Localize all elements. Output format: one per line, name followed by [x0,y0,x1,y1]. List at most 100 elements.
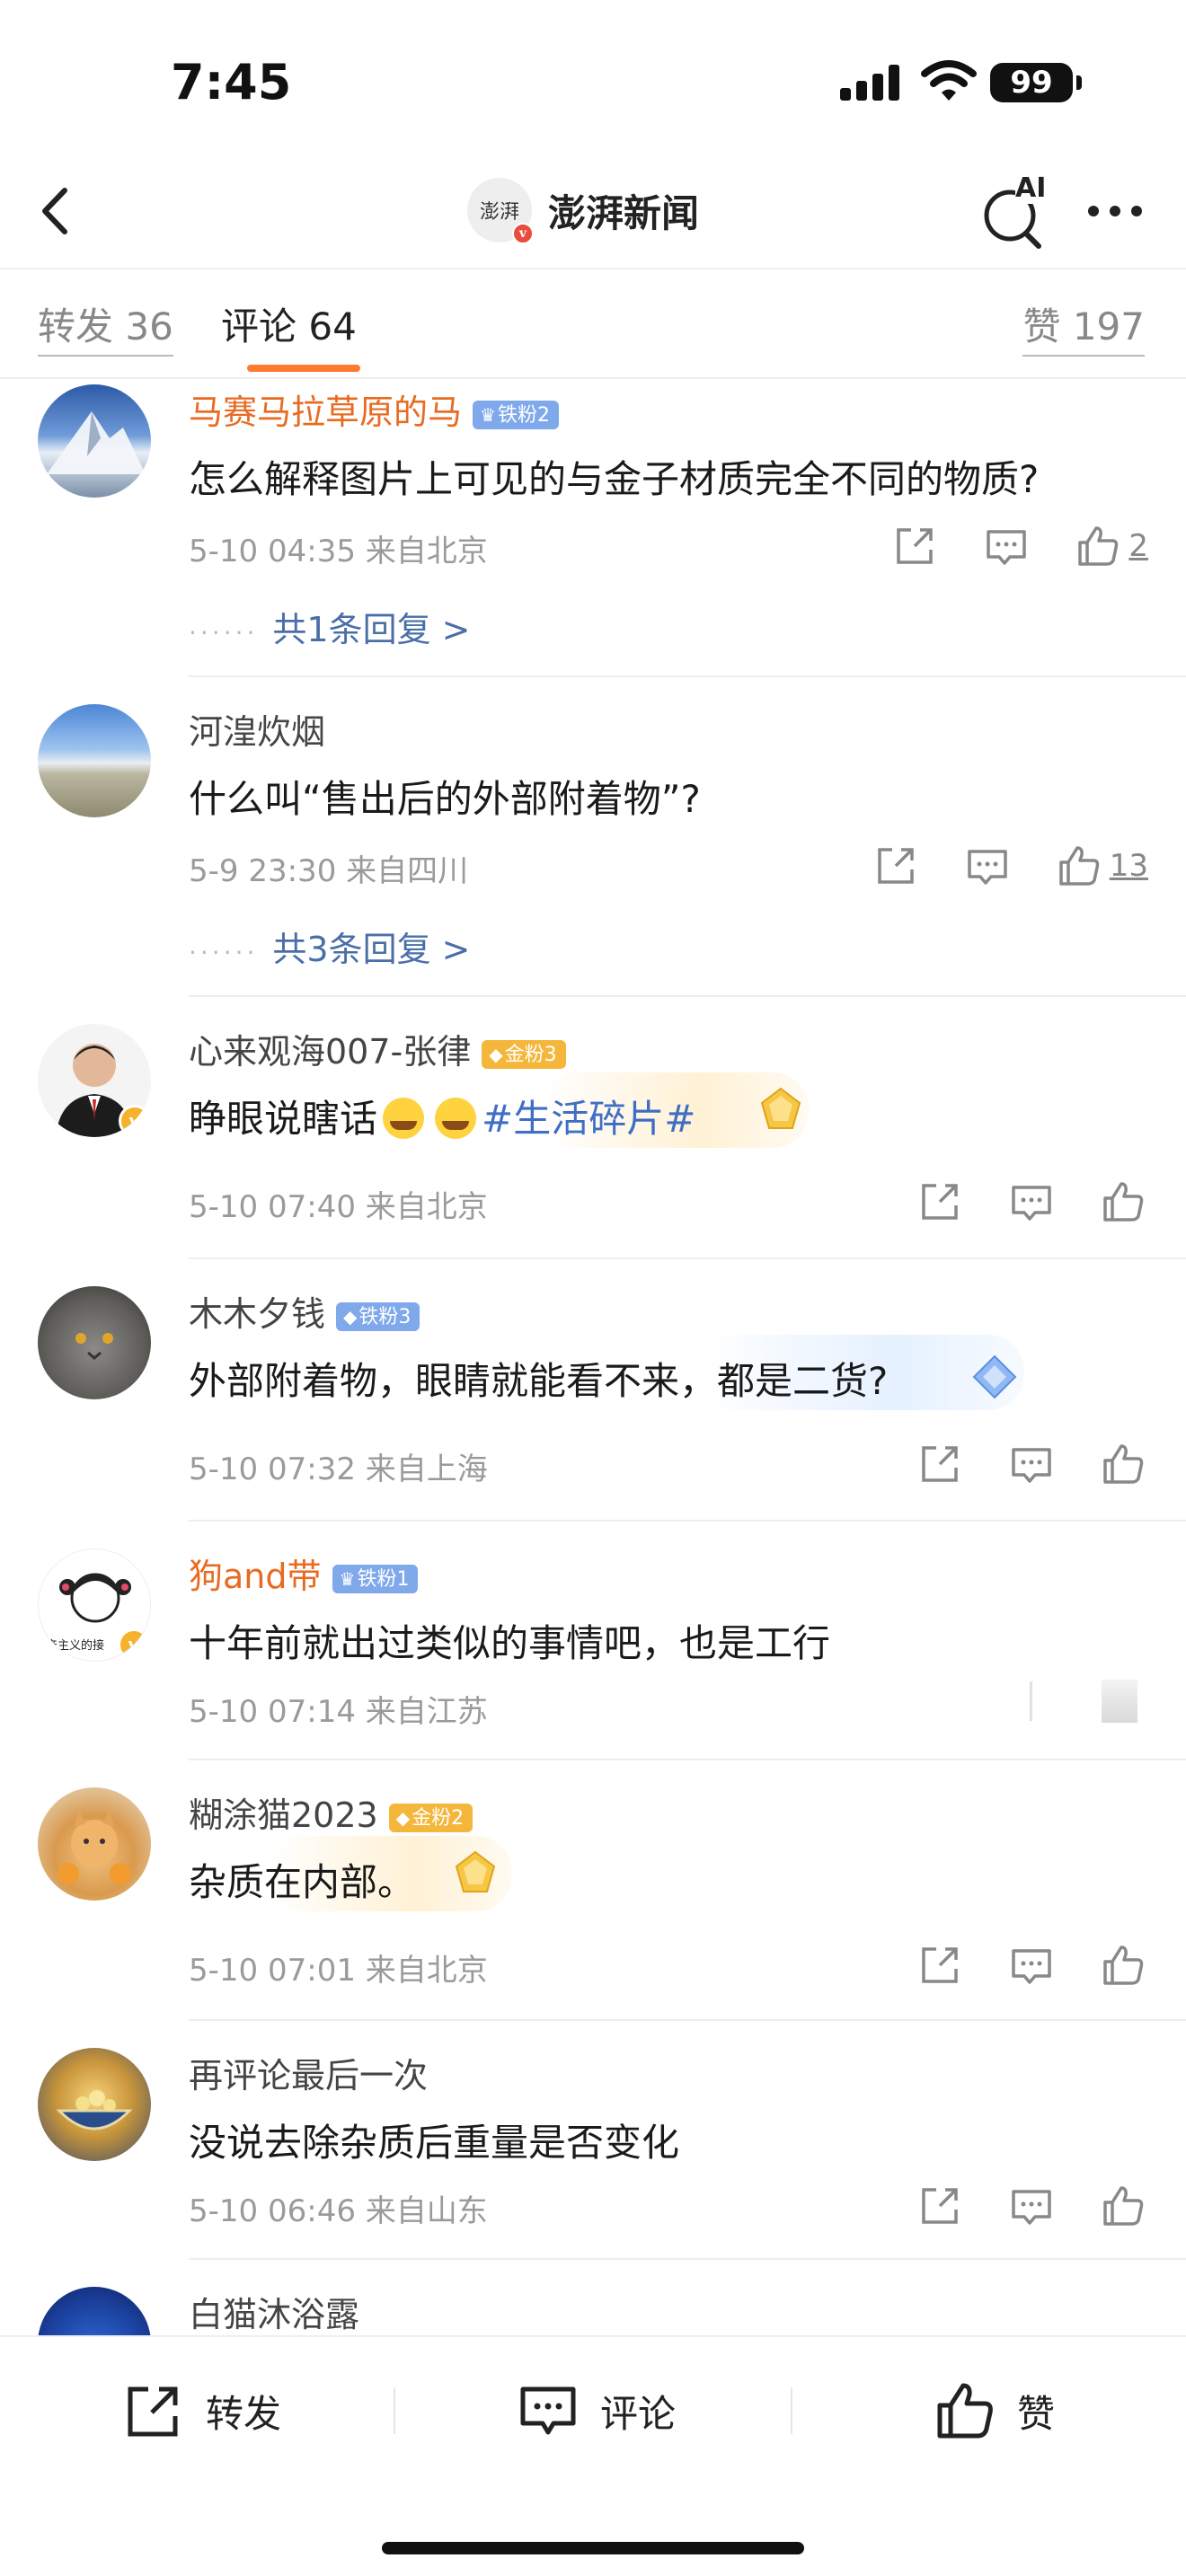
share-icon[interactable] [915,1177,965,1227]
comment-actions: 13 [829,841,1148,891]
fan-badge: ◆金粉2 [388,1803,474,1832]
gold-gem-icon [455,1850,496,1892]
tab-forward-label: 转发 36 [38,304,173,348]
active-tab-indicator [247,365,360,372]
comment-actions [873,1439,1148,1489]
share-icon[interactable] [890,521,940,571]
avatar[interactable] [38,704,151,817]
like-icon [937,2383,993,2439]
reply-icon[interactable] [962,841,1013,891]
comment-author[interactable]: 马赛马拉草原的马 ♛铁粉2 [189,384,559,434]
comment-item: 糊涂猫2023 ◆金粉2 杂质在内部。 5-10 07:01 来自北京 [0,1760,1186,2021]
comment-author[interactable]: 心来观海007-张律 ◆金粉3 [189,1024,566,1073]
comment-actions [873,1940,1148,1990]
fan-badge-label: 铁粉2 [497,403,550,427]
author-name: 白猫沐浴露 [189,2295,360,2334]
share-icon [128,2386,178,2437]
like-count[interactable]: 13 [1110,848,1148,884]
like-icon[interactable] [1098,1940,1148,1990]
share-icon[interactable] [915,1439,965,1489]
comment-item: 马赛马拉草原的马 ♛铁粉2 怎么解释图片上可见的与金子材质完全不同的物质? 5-1… [0,381,1186,677]
back-arrow-icon[interactable] [25,180,88,243]
comments-page: 7:45 99 澎湃 v 澎湃新闻 AI 转发 36 评论 64 赞 197 马… [0,0,1186,2576]
comment-item: 木木夕钱 ◆铁粉3 外部附着物，眼睛就能看不来，都是二货? 5-10 07:32 … [0,1259,1186,1522]
avatar[interactable] [38,2287,151,2335]
avatar[interactable]: 产主义的接 v [38,1548,151,1662]
avatar-caption: 产主义的接 [46,1639,105,1653]
more-options-icon[interactable] [1083,189,1147,234]
author-name: 再评论最后一次 [189,2056,429,2095]
like-count[interactable]: 2 [1128,528,1148,564]
account-header[interactable]: 澎湃 v 澎湃新闻 [467,174,699,246]
verified-badge-icon: v [119,1105,151,1137]
comment-author[interactable]: 河湟炊烟 [189,704,325,754]
gold-gem-icon [760,1087,801,1129]
status-bar: 7:45 99 [0,0,1186,162]
like-icon[interactable] [1054,841,1104,891]
forward-button[interactable]: 转发 [121,2375,281,2447]
comment-button[interactable]: 评论 [516,2375,676,2447]
comment-author[interactable]: 木木夕钱 ◆铁粉3 [189,1286,420,1336]
ai-search-button[interactable]: AI [979,171,1051,251]
like-icon[interactable] [1098,2181,1148,2231]
view-replies-link[interactable]: ······ 共3条回复 > [189,922,471,971]
author-name: 心来观海007-张律 [189,1032,472,1072]
divider [394,2387,395,2434]
comment-meta: 5-10 07:01 来自北京 [189,1953,488,1989]
comment-author[interactable]: 糊涂猫2023 ◆金粉2 [189,1787,474,1837]
tab-bar: 转发 36 评论 64 赞 197 [0,269,1186,379]
like-button[interactable]: 赞 [933,2375,1055,2447]
tab-comments[interactable]: 评论 64 [221,296,357,351]
reply-icon[interactable] [1006,1177,1057,1227]
avatar[interactable]: v [38,1024,151,1137]
avatar[interactable] [38,384,151,498]
comment-meta: 5-9 23:30 来自四川 [189,853,469,889]
author-name: 糊涂猫2023 [189,1795,378,1835]
comment-icon [520,2386,576,2435]
reply-icon[interactable] [1006,1940,1057,1990]
fan-badge-label: 金粉3 [504,1043,557,1066]
account-logo-text: 澎湃 [479,201,519,224]
reply-icon[interactable] [1006,1439,1057,1489]
account-logo: 澎湃 v [467,178,534,244]
view-replies-link[interactable]: ······ 共1条回复 > [189,602,471,651]
reply-icon[interactable] [981,521,1031,571]
fan-badge: ◆铁粉3 [336,1301,420,1331]
like-icon[interactable] [1073,521,1123,571]
avatar[interactable] [38,1787,151,1901]
diamond-icon: ◆ [395,1806,411,1829]
comment-meta: 5-10 06:46 来自山东 [189,2193,488,2229]
comment-author[interactable]: 白猫沐浴露 [189,2287,359,2335]
comment-text: 怎么解释图片上可见的与金子材质完全不同的物质? [189,457,1040,501]
comment-meta: 5-10 07:40 来自北京 [189,1189,488,1225]
battery-icon: 99 [990,63,1073,102]
account-title: 澎湃新闻 [548,190,700,235]
tab-likes[interactable]: 赞 197 [1022,296,1145,357]
comment-author[interactable]: 再评论最后一次 [189,2048,428,2097]
bottom-action-bar: 转发 评论 赞 [0,2335,1186,2576]
share-icon[interactable] [871,841,921,891]
comment-meta: 5-10 07:32 来自上海 [189,1451,488,1487]
mountain-image-icon [47,411,146,474]
avatar[interactable] [38,1286,151,1399]
like-icon[interactable] [1098,1177,1148,1227]
like-icon[interactable] [1098,1439,1148,1489]
comment-text: 没说去除杂质后重量是否变化 [189,2121,680,2165]
tab-forward[interactable]: 转发 36 [38,296,173,357]
avatar[interactable] [38,2048,151,2161]
topic-hashtag[interactable]: #生活碎片# [482,1097,695,1141]
reply-icon[interactable] [1006,2181,1057,2231]
status-time: 7:45 [171,54,292,110]
comment-actions: 2 [848,521,1148,571]
comment-list[interactable]: 马赛马拉草原的马 ♛铁粉2 怎么解释图片上可见的与金子材质完全不同的物质? 5-1… [0,381,1186,2335]
loading-placeholder [1102,1680,1137,1723]
share-icon[interactable] [915,2181,965,2231]
comment-actions [873,2181,1148,2231]
tab-comments-label: 评论 64 [221,304,357,348]
scroll-indicator [1030,1681,1032,1721]
dots-decoration: ······ [189,938,259,967]
fan-badge: ♛铁粉1 [332,1564,419,1593]
home-indicator [382,2542,804,2554]
share-icon[interactable] [915,1940,965,1990]
comment-author[interactable]: 狗and带 ♛铁粉1 [189,1548,419,1598]
